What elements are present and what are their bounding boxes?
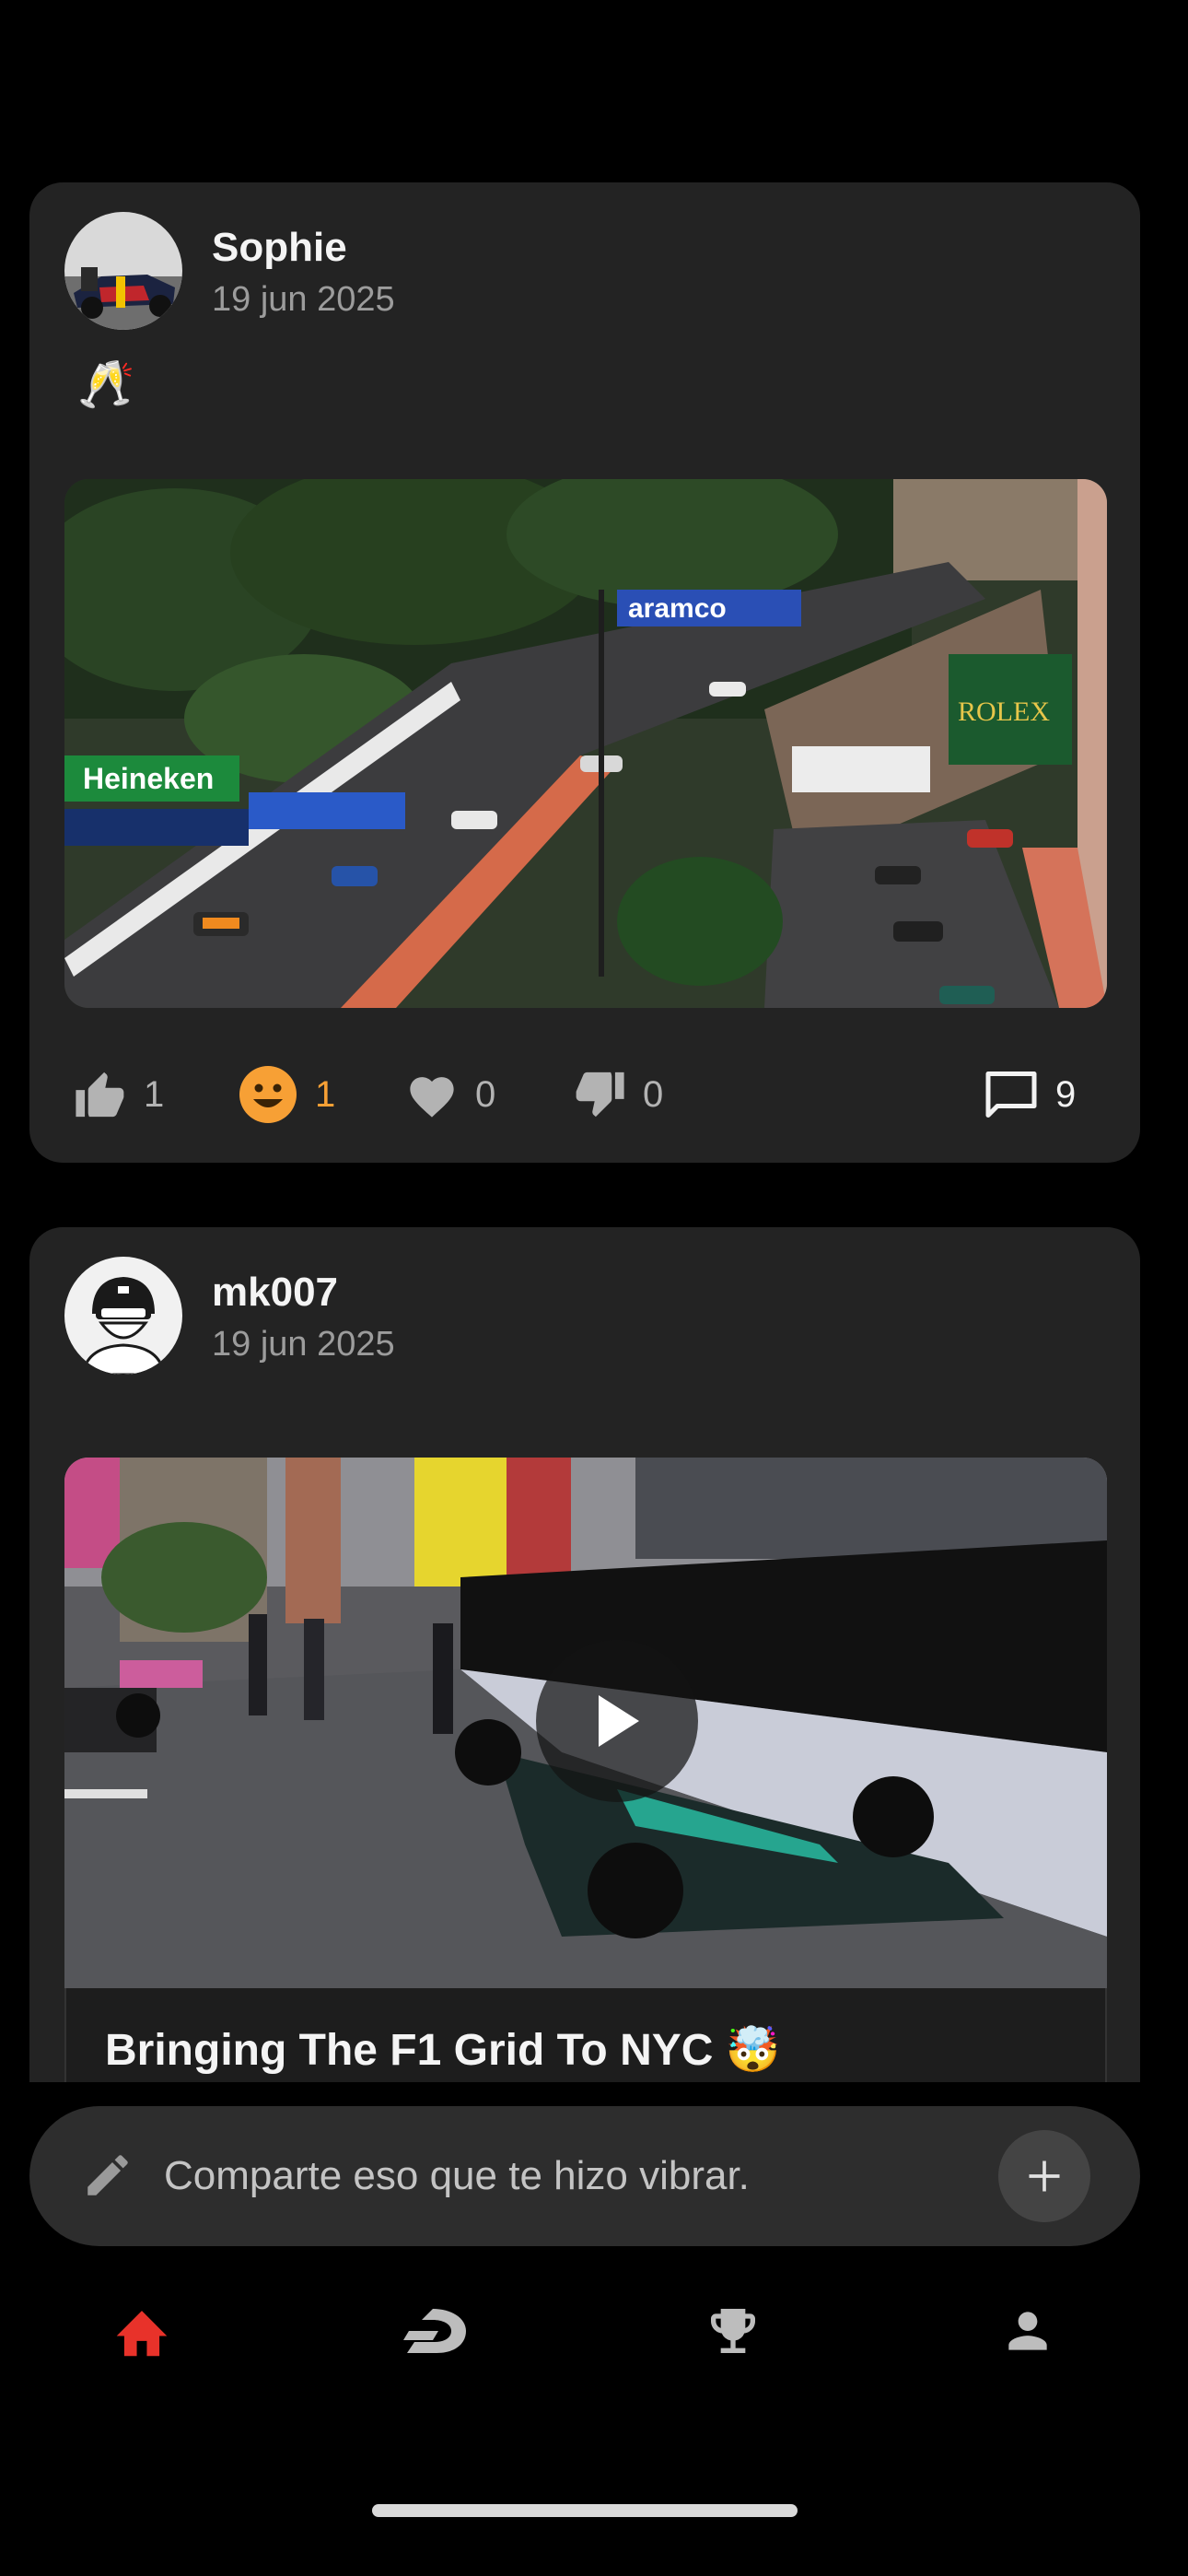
composer-input[interactable] bbox=[164, 2106, 993, 2246]
post-card[interactable]: Sophie 19 jun 2025 🥂 Heineken aramco ROL… bbox=[29, 182, 1140, 1163]
comment-icon bbox=[985, 1071, 1037, 1118]
thumbs-up-icon bbox=[76, 1071, 124, 1118]
smile-icon bbox=[239, 1066, 297, 1123]
home-indicator[interactable] bbox=[372, 2504, 798, 2517]
svg-text:ROLEX: ROLEX bbox=[958, 697, 1050, 727]
tab-trophy[interactable] bbox=[687, 2294, 779, 2368]
post-date: 19 jun 2025 bbox=[212, 1325, 395, 1364]
heart-icon bbox=[410, 1077, 454, 1118]
svg-text:Heineken: Heineken bbox=[83, 762, 214, 795]
avatar[interactable] bbox=[64, 1257, 182, 1375]
plus-icon bbox=[1029, 2160, 1060, 2192]
dislike-reaction[interactable]: 0 bbox=[573, 1048, 663, 1141]
post-video[interactable] bbox=[64, 1458, 1107, 1988]
like-count: 1 bbox=[144, 1073, 165, 1115]
dislike-count: 0 bbox=[643, 1073, 664, 1115]
play-button[interactable] bbox=[536, 1640, 698, 1802]
add-post-button[interactable] bbox=[998, 2130, 1090, 2222]
avatar[interactable] bbox=[64, 212, 182, 330]
thumbs-down-icon bbox=[576, 1071, 624, 1118]
profile-icon bbox=[1008, 2312, 1047, 2350]
post-text: 🥂 bbox=[77, 358, 135, 410]
tab-race[interactable] bbox=[390, 2294, 483, 2368]
comment-count: 9 bbox=[1055, 1073, 1077, 1115]
play-icon bbox=[599, 1695, 639, 1747]
heart-reaction[interactable]: 0 bbox=[405, 1048, 495, 1141]
video-title[interactable]: Bringing The F1 Grid To NYC 🤯 bbox=[105, 2023, 781, 2076]
smile-reaction[interactable]: 1 bbox=[238, 1048, 335, 1141]
feed: Sophie 19 jun 2025 🥂 Heineken aramco ROL… bbox=[0, 0, 1188, 2082]
post-author[interactable]: mk007 bbox=[212, 1270, 338, 1316]
like-reaction[interactable]: 1 bbox=[74, 1048, 164, 1141]
video-title-box[interactable]: Bringing The F1 Grid To NYC 🤯 bbox=[64, 1988, 1107, 2082]
pencil-icon bbox=[87, 2155, 128, 2195]
tab-home[interactable] bbox=[96, 2294, 188, 2368]
tab-bar bbox=[0, 2266, 1188, 2386]
trophy-icon bbox=[711, 2309, 755, 2353]
post-date: 19 jun 2025 bbox=[212, 280, 395, 319]
smile-count: 1 bbox=[315, 1073, 336, 1115]
post-author[interactable]: Sophie bbox=[212, 225, 347, 271]
reaction-bar: 1 1 0 0 9 bbox=[29, 1048, 1140, 1141]
post-card[interactable]: mk007 19 jun 2025 Bringing The F1 Grid T… bbox=[29, 1227, 1140, 2082]
composer-bar[interactable] bbox=[29, 2106, 1140, 2246]
svg-text:aramco: aramco bbox=[628, 593, 727, 624]
home-icon bbox=[116, 2311, 168, 2357]
comment-button[interactable]: 9 bbox=[984, 1048, 1076, 1141]
post-image[interactable]: Heineken aramco ROLEX bbox=[64, 479, 1107, 1008]
race-icon bbox=[403, 2309, 466, 2353]
tab-profile[interactable] bbox=[982, 2294, 1074, 2368]
heart-count: 0 bbox=[475, 1073, 496, 1115]
